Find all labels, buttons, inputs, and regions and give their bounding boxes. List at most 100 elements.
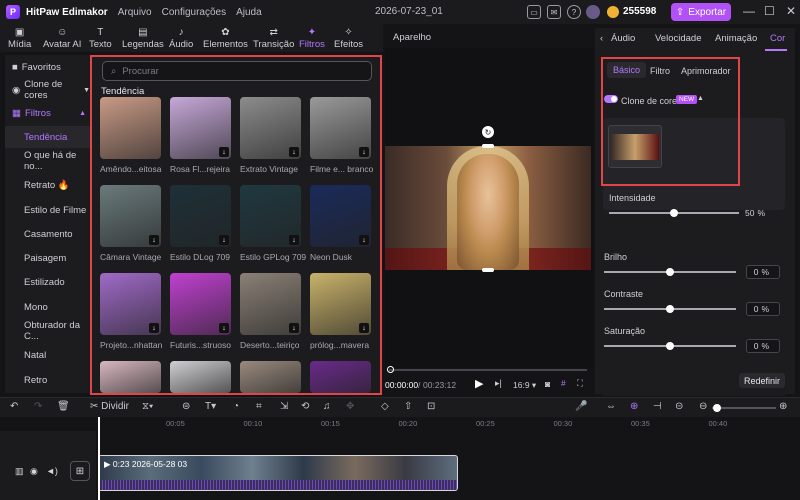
download-icon[interactable]: ↓ — [359, 323, 369, 333]
sidebar-item-clone-de-cores[interactable]: ◉ Clone de cores ▼ — [5, 79, 90, 101]
maximize-icon[interactable]: ☐ — [764, 4, 775, 18]
filter-thumbnail[interactable]: ↓ — [240, 97, 301, 159]
filter-thumbnail[interactable]: ↓ — [310, 273, 371, 335]
add-media-icon[interactable]: ⊞ — [70, 461, 90, 481]
download-icon[interactable]: ↓ — [359, 147, 369, 157]
tool-transicao[interactable]: ⇄ Transição — [253, 25, 294, 51]
filter-thumbnail[interactable]: ↓ — [170, 273, 231, 335]
zoom-slider-knob[interactable] — [713, 404, 721, 412]
sidebar-item-retrato[interactable]: Retrato 🔥 — [5, 174, 90, 196]
help-icon[interactable]: ? — [567, 5, 581, 19]
subtab-filtro[interactable]: Filtro — [650, 66, 670, 76]
audio-separate-icon[interactable]: ♫ — [323, 401, 331, 412]
download-icon[interactable]: ↓ — [219, 235, 229, 245]
scrub-handle[interactable] — [387, 366, 394, 373]
slider-value[interactable]: 0% — [746, 339, 780, 353]
search-input[interactable]: ⌕ Procurar — [102, 61, 372, 81]
subtab-basico[interactable]: Básico — [607, 62, 647, 78]
subtab-aprimorador[interactable]: Aprimorador — [681, 66, 731, 76]
tool-elementos[interactable]: ✿ Elementos — [203, 25, 248, 51]
tab-velocidade[interactable]: Velocidade — [655, 33, 701, 44]
delete-icon[interactable]: 🗑 — [57, 401, 70, 412]
filter-thumbnail[interactable] — [100, 361, 161, 393]
tool-filtros[interactable]: ✦ Filtros — [299, 25, 325, 51]
snapshot-icon[interactable]: ◙ — [545, 379, 550, 389]
download-icon[interactable]: ↓ — [289, 147, 299, 157]
back-chevron-icon[interactable]: ‹ — [600, 33, 603, 44]
preview-frame[interactable] — [385, 146, 591, 270]
clone-source-thumbnail[interactable] — [608, 125, 662, 168]
sidebar-item-filtros[interactable]: ▦ Filtros ▲ — [5, 102, 90, 124]
tool-midia[interactable]: ▣ Mídia — [8, 25, 31, 51]
move-icon[interactable]: ✥ — [346, 401, 354, 412]
filter-thumbnail[interactable]: ↓ — [240, 273, 301, 335]
visibility-icon[interactable]: ◉ — [30, 466, 38, 477]
crop-icon[interactable]: ⌗ — [256, 401, 262, 412]
menu-ajuda[interactable]: Ajuda — [236, 7, 262, 18]
filter-thumbnail[interactable]: ↓ — [100, 273, 161, 335]
download-icon[interactable]: ↓ — [289, 235, 299, 245]
sidebar-item-obturador[interactable]: Obturador da C... — [5, 320, 90, 342]
zoom-out-icon[interactable]: ⊖ — [699, 401, 707, 412]
filter-thumbnail[interactable]: ↓ — [170, 97, 231, 159]
filter-thumbnail[interactable]: ↓ — [310, 185, 371, 247]
zoom-slider-track[interactable] — [712, 407, 776, 409]
mute-icon[interactable]: ◄) — [46, 466, 58, 476]
slider-value[interactable]: 0% — [746, 302, 780, 316]
reset-button[interactable]: Redefinir — [739, 373, 785, 388]
filter-thumbnail[interactable]: ↓ — [100, 185, 161, 247]
screenshot-icon[interactable]: ⊡ — [427, 401, 435, 412]
link-icon[interactable]: ⇔ — [606, 401, 616, 412]
download-icon[interactable]: ↓ — [149, 323, 159, 333]
tab-cor[interactable]: Cor — [770, 33, 785, 44]
keyframe-icon[interactable]: ◇ — [381, 401, 389, 412]
sidebar-item-o-que-ha-de-novo[interactable]: O que há de no... — [5, 150, 90, 172]
download-icon[interactable]: ↓ — [219, 147, 229, 157]
download-icon[interactable]: ↓ — [219, 323, 229, 333]
text-tool-icon[interactable]: T▾ — [205, 401, 216, 412]
resize-icon[interactable]: ⇲ — [280, 401, 288, 412]
scrub-track[interactable] — [389, 369, 587, 371]
lock-icon[interactable]: ▥ — [15, 466, 24, 477]
redo-icon[interactable]: ↷ — [34, 401, 42, 412]
fit-icon[interactable]: ⊝ — [675, 401, 683, 412]
slider-knob[interactable] — [666, 305, 674, 313]
filter-thumbnail[interactable] — [240, 361, 301, 393]
tab-audio[interactable]: Áudio — [611, 33, 635, 44]
undo-icon[interactable]: ↶ — [10, 401, 18, 412]
screen-icon[interactable]: ▭ — [527, 5, 541, 19]
sidebar-item-casamento[interactable]: Casamento — [5, 223, 90, 245]
snap-icon[interactable]: ⊕ — [630, 401, 638, 412]
aspect-ratio-select[interactable]: 16:9 ▾ — [513, 380, 536, 391]
slider-knob[interactable] — [666, 342, 674, 350]
minimize-icon[interactable]: — — [743, 4, 755, 18]
slider-value[interactable]: 50% — [741, 206, 775, 220]
reverse-icon[interactable]: ⟲ — [301, 401, 309, 412]
filter-thumbnail[interactable] — [170, 361, 231, 393]
filter-thumbnail[interactable]: ↓ — [240, 185, 301, 247]
resize-handle-bottom[interactable] — [482, 268, 494, 272]
download-icon[interactable]: ↓ — [289, 323, 299, 333]
playhead[interactable] — [98, 417, 100, 500]
tool-texto[interactable]: T Texto — [89, 25, 112, 51]
download-icon[interactable]: ↓ — [149, 235, 159, 245]
speed-icon[interactable]: ⧖▾ — [142, 401, 153, 412]
mail-icon[interactable]: ✉ — [547, 5, 561, 19]
timeline-ruler[interactable]: 00:05 00:10 00:15 00:20 00:25 00:30 00:35 00:40 — [98, 417, 800, 431]
filter-thumbnail[interactable]: ↓ — [170, 185, 231, 247]
menu-configuracoes[interactable]: Configurações — [162, 7, 226, 18]
slider-knob[interactable] — [670, 209, 678, 217]
rotate-icon[interactable]: ↻ — [482, 126, 494, 138]
split-button[interactable]: ✂ Dividir — [90, 401, 129, 412]
sidebar-item-estilizado[interactable]: Estilizado — [5, 271, 90, 293]
export-button[interactable]: ⇪ Exportar — [671, 3, 731, 21]
play-icon[interactable]: ▶ — [475, 377, 483, 390]
tool-legendas[interactable]: ▤ Legendas — [122, 25, 164, 51]
microphone-icon[interactable]: 🎤 — [575, 401, 587, 412]
filter-thumbnail[interactable] — [100, 97, 161, 159]
tool-audio[interactable]: ♪ Áudio — [169, 25, 193, 51]
sidebar-item-mono[interactable]: Mono — [5, 296, 90, 318]
grid-icon[interactable]: # — [561, 378, 566, 388]
avatar[interactable] — [586, 5, 600, 19]
split-view-icon[interactable]: ⊣ — [653, 401, 662, 412]
